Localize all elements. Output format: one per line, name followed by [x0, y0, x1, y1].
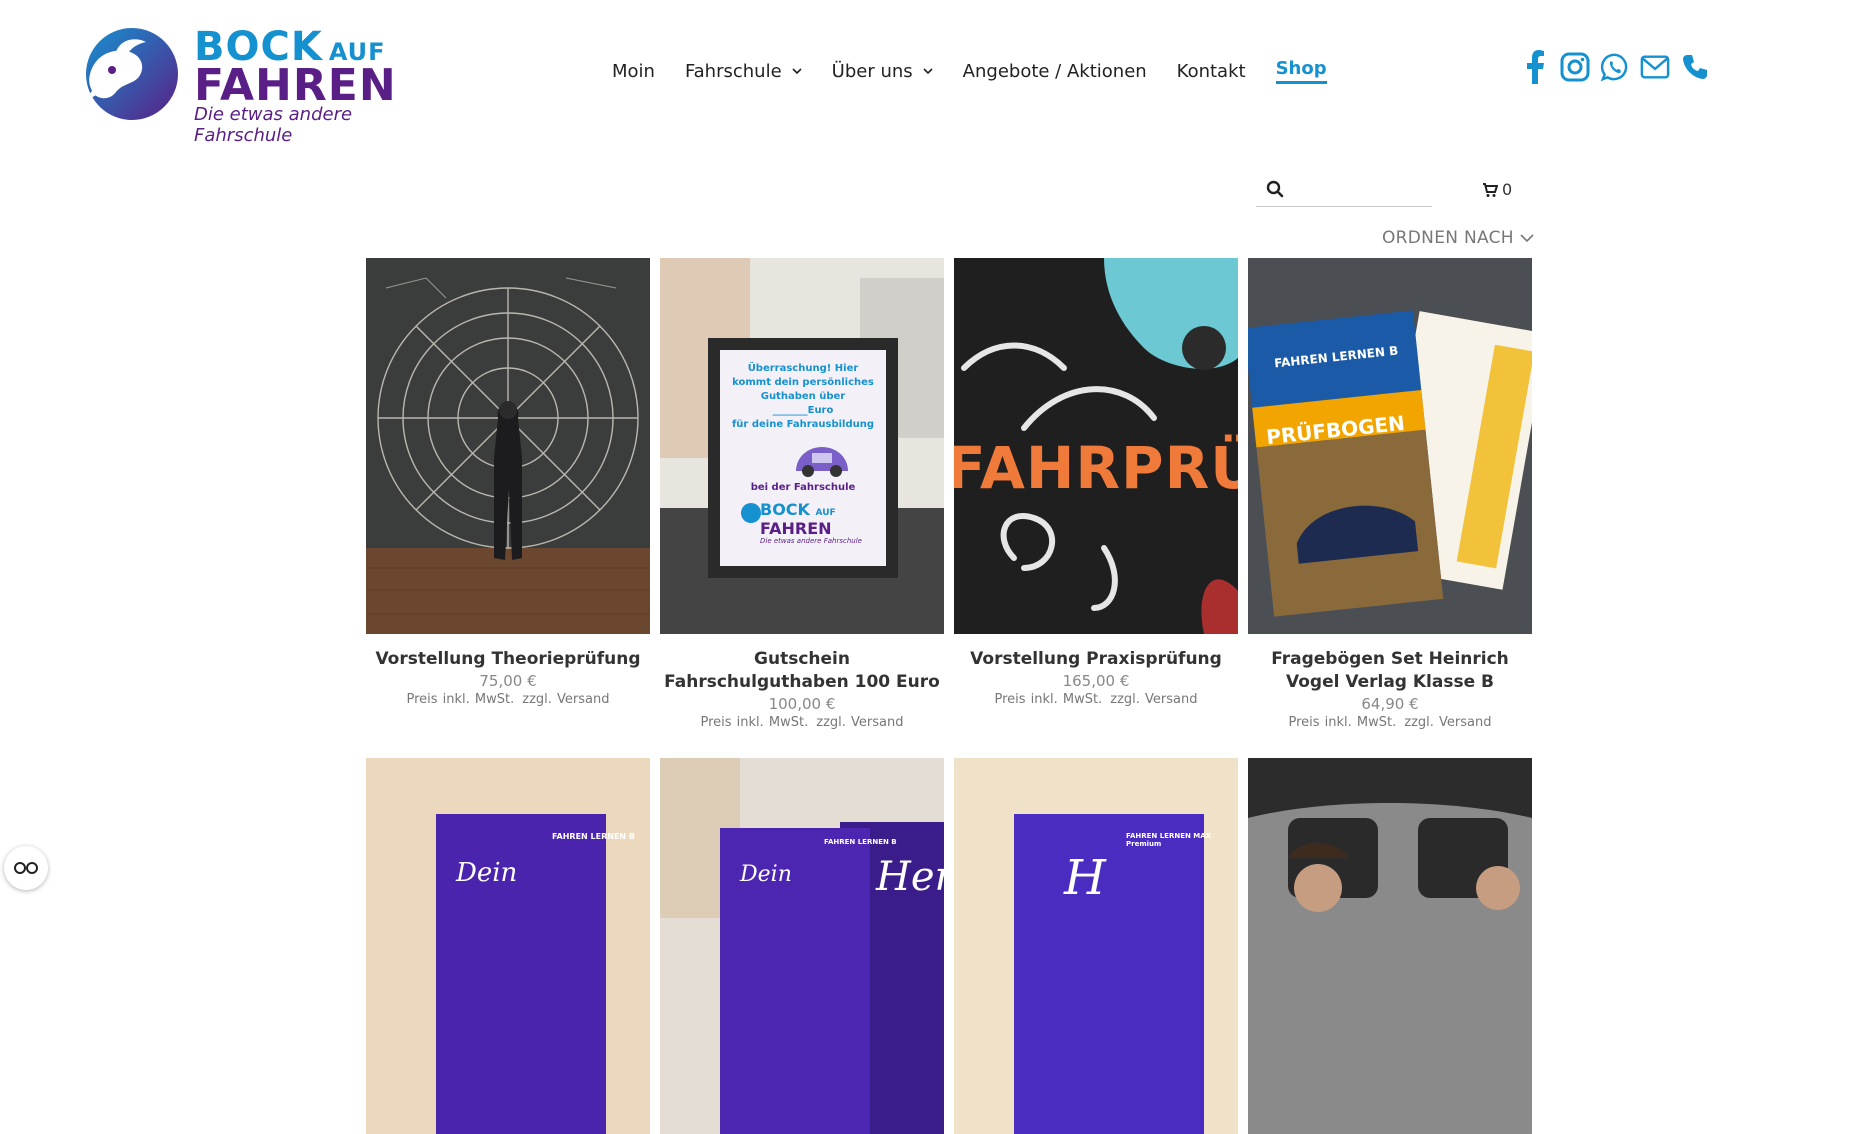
voucher-brand: BOCK AUF FAHREN Die etwas andere Fahrsch…	[760, 500, 862, 546]
search-icon[interactable]	[1266, 180, 1284, 198]
cart-button[interactable]: 0	[1482, 180, 1512, 199]
product-image-theory[interactable]	[366, 258, 650, 634]
goat-logo-icon	[84, 28, 178, 120]
product-card[interactable]: Vorstellung Theorieprüfung 75,00 € Preis…	[366, 258, 650, 707]
main-nav: Moin Fahrschule Über uns Angebote / Akti…	[612, 58, 1357, 84]
sort-label: ORDNEN NACH	[1382, 228, 1514, 248]
cart-icon	[1483, 182, 1498, 197]
product-name[interactable]: Vorstellung Theorieprüfung	[366, 648, 650, 671]
product-tax-note: Preis inkl. MwSt. zzgl. Versand	[994, 692, 1198, 707]
product-card[interactable]: FAHREN LERNEN MAX Premium H	[954, 758, 1238, 1134]
product-tax-note: Preis inkl. MwSt. zzgl. Versand	[406, 692, 610, 707]
book-brand: FAHREN LERNEN MAX Premium	[1126, 832, 1212, 848]
cookie-settings-button[interactable]	[4, 846, 48, 890]
cart-count: 0	[1502, 180, 1513, 199]
cookie-icon	[14, 862, 38, 874]
phone-icon[interactable]	[1680, 50, 1710, 84]
book-brand: FAHREN LERNEN B	[824, 838, 897, 846]
product-card[interactable]: FAHREN LERNEN B Dein Herz	[660, 758, 944, 1134]
chevron-down-icon	[1520, 234, 1534, 243]
sort-dropdown[interactable]: ORDNEN NACH	[1382, 228, 1534, 248]
product-price: 75,00 €	[479, 672, 537, 690]
nav-item-kontakt[interactable]: Kontakt	[1177, 58, 1246, 84]
exam-text: FAHRPRÜFUN	[954, 434, 1238, 502]
voucher-text: Überraschung! Hier kommt dein persönlich…	[731, 363, 875, 430]
nav-item-angebote[interactable]: Angebote / Aktionen	[963, 58, 1147, 84]
chevron-down-icon	[792, 68, 802, 75]
product-image-practice[interactable]: FAHRPRÜFUN	[954, 258, 1238, 634]
product-price: 165,00 €	[1062, 672, 1130, 690]
nav-item-fahrschule[interactable]: Fahrschule	[685, 58, 802, 84]
product-image-voucher[interactable]: Überraschung! Hier kommt dein persönlich…	[660, 258, 944, 634]
search-box	[1256, 172, 1432, 207]
product-image-book-3[interactable]: FAHREN LERNEN MAX Premium H	[954, 758, 1238, 1134]
product-card[interactable]: Überraschung! Hier kommt dein persönlich…	[660, 258, 944, 730]
nav-item-shop[interactable]: Shop	[1275, 58, 1327, 84]
book-text: Dein	[456, 858, 518, 888]
voucher-text2: bei der Fahrschule	[750, 482, 856, 493]
product-image-book-1[interactable]: FAHREN LERNEN B Dein	[366, 758, 650, 1134]
book-text-large: H	[1064, 850, 1106, 906]
brand-tagline: Die etwas andere Fahrschule	[194, 104, 353, 146]
nav-item-ueber-uns[interactable]: Über uns	[832, 58, 933, 84]
nav-item-moin[interactable]: Moin	[612, 58, 655, 84]
chevron-down-icon	[923, 68, 933, 75]
mail-icon[interactable]	[1640, 50, 1670, 84]
product-name[interactable]: Fragebögen Set Heinrich Vogel Verlag Kla…	[1248, 648, 1532, 694]
product-card[interactable]: FAHREN LERNEN B PRÜFBOGEN Fragebögen Set…	[1248, 258, 1532, 730]
search-input[interactable]	[1292, 176, 1430, 202]
product-image-car-interior[interactable]	[1248, 758, 1532, 1134]
book-text: Dein	[740, 862, 792, 887]
facebook-icon[interactable]	[1520, 50, 1550, 84]
shipping-link[interactable]: zzgl. Versand	[816, 715, 903, 730]
product-price: 64,90 €	[1361, 695, 1419, 713]
product-tax-note: Preis inkl. MwSt. zzgl. Versand	[1288, 715, 1492, 730]
shipping-link[interactable]: zzgl. Versand	[1110, 692, 1197, 707]
book-text-large: Herz	[876, 854, 944, 900]
product-price: 100,00 €	[768, 695, 836, 713]
whatsapp-icon[interactable]	[1600, 50, 1630, 84]
goat-logo-icon	[741, 503, 761, 523]
product-name[interactable]: Gutschein Fahrschulguthaben 100 Euro	[660, 648, 944, 694]
social-links	[1520, 50, 1710, 84]
product-image-book-2[interactable]: FAHREN LERNEN B Dein Herz	[660, 758, 944, 1134]
product-card[interactable]: FAHREN LERNEN B Dein	[366, 758, 650, 1134]
shipping-link[interactable]: zzgl. Versand	[1404, 715, 1491, 730]
product-name[interactable]: Vorstellung Praxisprüfung	[954, 648, 1238, 671]
shipping-link[interactable]: zzgl. Versand	[522, 692, 609, 707]
car-icon	[796, 447, 848, 477]
book-brand: FAHREN LERNEN B	[552, 832, 636, 841]
brand-logo[interactable]: BOCK AUF FAHREN Die etwas andere Fahrschu…	[76, 22, 426, 146]
instagram-icon[interactable]	[1560, 50, 1590, 84]
product-card[interactable]	[1248, 758, 1532, 1134]
product-image-questionnaires[interactable]: FAHREN LERNEN B PRÜFBOGEN	[1248, 258, 1532, 634]
product-card[interactable]: FAHRPRÜFUN Vorstellung Praxisprüfung 165…	[954, 258, 1238, 707]
product-tax-note: Preis inkl. MwSt. zzgl. Versand	[700, 715, 904, 730]
